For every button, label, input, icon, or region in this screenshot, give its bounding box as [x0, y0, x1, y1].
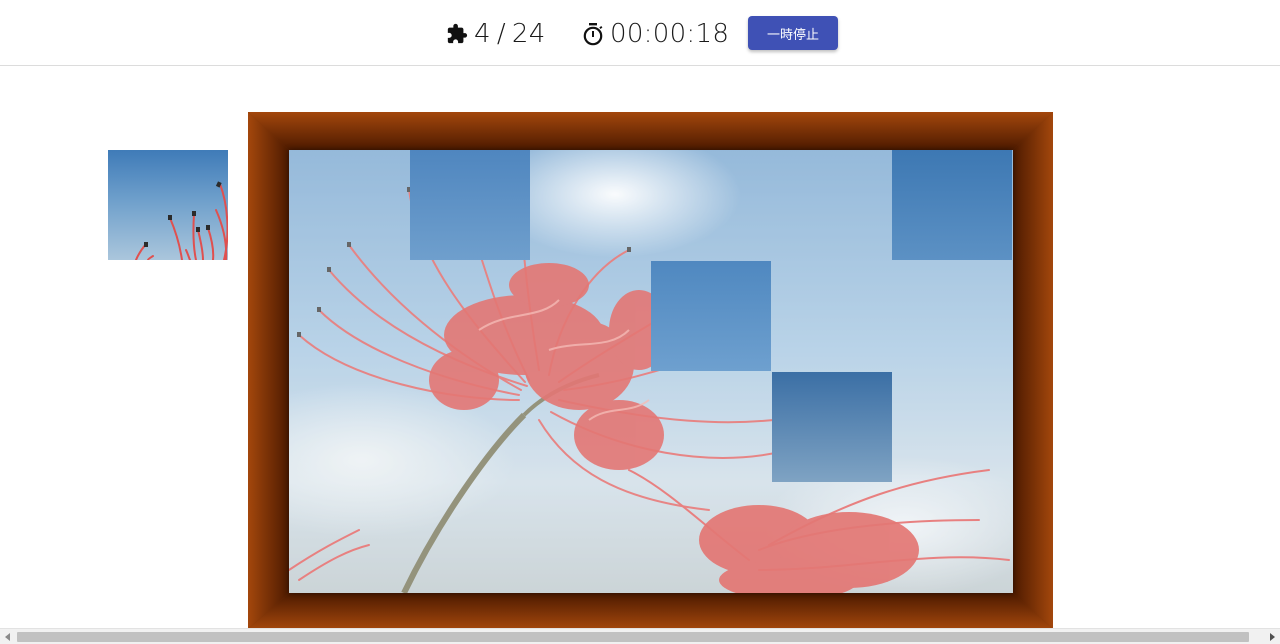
game-header: 4 / 24 00:00:18 一時停止: [0, 0, 1280, 66]
placed-piece[interactable]: [892, 150, 1012, 260]
placed-piece[interactable]: [410, 150, 530, 260]
loose-piece-artwork: [135, 181, 228, 260]
placed-piece[interactable]: [772, 372, 892, 482]
loose-puzzle-piece[interactable]: [108, 150, 228, 260]
puzzle-board[interactable]: [289, 150, 1013, 593]
pieces-placed-count: 4: [474, 19, 491, 49]
horizontal-scrollbar[interactable]: [0, 628, 1280, 644]
pieces-total-count: 24: [511, 19, 546, 49]
placed-piece[interactable]: [651, 261, 771, 371]
timer-value: 00:00:18: [610, 19, 730, 49]
pause-button[interactable]: 一時停止: [748, 16, 838, 50]
scroll-left-icon[interactable]: [5, 633, 10, 641]
piece-counter: 4 / 24: [446, 17, 546, 51]
stopwatch-icon: [582, 22, 604, 46]
elapsed-timer: 00:00:18: [582, 17, 729, 51]
scroll-right-icon[interactable]: [1270, 633, 1275, 641]
puzzle-piece-icon: [446, 23, 468, 45]
scrollbar-thumb[interactable]: [17, 632, 1249, 642]
pieces-separator: /: [496, 19, 506, 49]
